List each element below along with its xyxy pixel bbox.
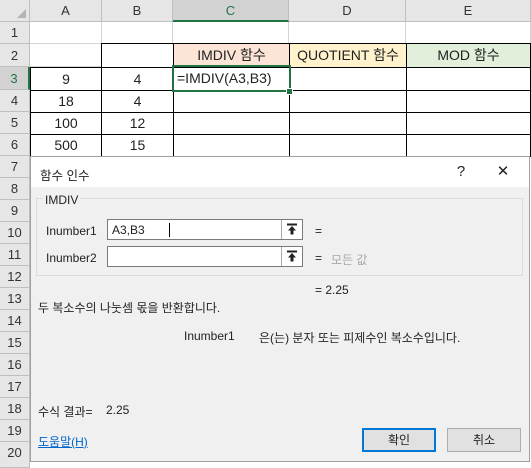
cell-b1[interactable]	[102, 22, 173, 44]
arg-help-name: Inumber1	[184, 329, 235, 343]
function-description: 두 복소수의 나눗셈 몫을 반환합니다.	[38, 301, 221, 315]
inumber2-hint: 모든 값	[331, 253, 368, 267]
formula-result-label: 수식 결과=	[38, 405, 93, 419]
row-header-11[interactable]: 11	[0, 244, 30, 266]
inumber2-label: Inumber2	[46, 251, 97, 265]
row-header-8[interactable]: 8	[0, 178, 30, 200]
select-all-triangle-icon	[17, 9, 26, 18]
row-header-19[interactable]: 19	[0, 420, 30, 442]
row-header-16[interactable]: 16	[0, 354, 30, 376]
arg-help-text: 은(는) 분자 또는 피제수인 복소수입니다.	[259, 331, 461, 345]
cell-b3[interactable]: 4	[101, 67, 174, 91]
collapse-dialog-button-1[interactable]	[281, 220, 302, 239]
cell-d1[interactable]	[289, 22, 406, 44]
inumber1-input[interactable]: A3,B3	[107, 219, 303, 240]
cell-a2[interactable]	[30, 44, 102, 67]
help-button[interactable]: ?	[441, 157, 481, 187]
inumber2-result: =	[315, 251, 323, 265]
cell-e4[interactable]	[406, 90, 531, 113]
column-header-e[interactable]: E	[406, 0, 531, 22]
formula-result-value: 2.25	[106, 403, 130, 417]
cell-d4[interactable]	[289, 90, 407, 113]
inumber1-label: Inumber1	[46, 224, 97, 238]
dialog-title-bar[interactable]: 함수 인수 ? ✕	[31, 157, 529, 187]
help-link[interactable]: 도움말(H)	[38, 433, 88, 450]
column-header-c[interactable]: C	[173, 0, 289, 22]
cell-d3[interactable]	[289, 67, 407, 91]
inumber2-input[interactable]	[107, 246, 303, 267]
cell-b5[interactable]: 12	[101, 112, 174, 135]
collapse-dialog-icon	[287, 223, 297, 235]
cell-b6[interactable]: 15	[101, 134, 174, 157]
row-header-17[interactable]: 17	[0, 376, 30, 398]
row-header-18[interactable]: 18	[0, 398, 30, 420]
collapse-dialog-button-2[interactable]	[281, 247, 302, 266]
cell-a1[interactable]	[30, 22, 102, 44]
row-header-5[interactable]: 5	[0, 112, 30, 134]
cell-e6[interactable]	[406, 134, 531, 157]
text-caret	[169, 223, 170, 237]
cell-c4[interactable]	[173, 90, 290, 113]
cell-e5[interactable]	[406, 112, 531, 135]
cell-b4[interactable]: 4	[101, 90, 174, 113]
cell-c2-imdiv-header[interactable]: IMDIV 함수	[173, 43, 290, 68]
cell-c1[interactable]	[173, 22, 289, 44]
row-header-1[interactable]: 1	[0, 22, 30, 44]
cell-d5[interactable]	[289, 112, 407, 135]
column-header-a[interactable]: A	[30, 0, 102, 22]
function-name-label: IMDIV	[43, 193, 81, 207]
cell-a5[interactable]: 100	[30, 112, 102, 135]
inumber1-value: A3,B3	[112, 223, 145, 237]
select-all-button[interactable]	[0, 0, 30, 22]
row-header-20[interactable]: 20	[0, 442, 30, 468]
cell-c5[interactable]	[173, 112, 290, 135]
row-header-14[interactable]: 14	[0, 310, 30, 332]
cell-e1[interactable]	[406, 22, 531, 44]
cell-c3-active[interactable]: =IMDIV(A3,B3)	[172, 65, 291, 92]
function-result: = 2.25	[315, 283, 349, 297]
column-header-d[interactable]: D	[289, 0, 406, 22]
cell-b2[interactable]	[101, 43, 174, 68]
row-header-7[interactable]: 7	[0, 156, 30, 178]
cell-c6[interactable]	[173, 134, 290, 157]
cell-e2-mod-header[interactable]: MOD 함수	[406, 43, 531, 68]
ok-button[interactable]: 확인	[362, 428, 436, 452]
row-header-4[interactable]: 4	[0, 90, 30, 112]
cell-a3[interactable]: 9	[30, 67, 102, 91]
row-header-3[interactable]: 3	[0, 67, 30, 90]
row-header-15[interactable]: 15	[0, 332, 30, 354]
close-button[interactable]: ✕	[483, 157, 523, 187]
column-header-b[interactable]: B	[102, 0, 173, 22]
row-header-12[interactable]: 12	[0, 266, 30, 288]
row-header-10[interactable]: 10	[0, 222, 30, 244]
function-arguments-dialog: 함수 인수 ? ✕ IMDIV Inumber1 A3,B3 = Inumber…	[30, 156, 530, 462]
fill-handle[interactable]	[286, 88, 293, 95]
cancel-button[interactable]: 취소	[447, 428, 521, 452]
row-header-2[interactable]: 2	[0, 44, 30, 67]
row-header-6[interactable]: 6	[0, 134, 30, 156]
row-header-9[interactable]: 9	[0, 200, 30, 222]
dialog-title: 함수 인수	[40, 169, 90, 183]
cell-a6[interactable]: 500	[30, 134, 102, 157]
cell-d2-quotient-header[interactable]: QUOTIENT 함수	[289, 43, 407, 68]
cell-a4[interactable]: 18	[30, 90, 102, 113]
cell-d6[interactable]	[289, 134, 407, 157]
cell-e3[interactable]	[406, 67, 531, 91]
inumber1-result: =	[315, 224, 323, 238]
row-header-13[interactable]: 13	[0, 288, 30, 310]
collapse-dialog-icon	[287, 250, 297, 262]
